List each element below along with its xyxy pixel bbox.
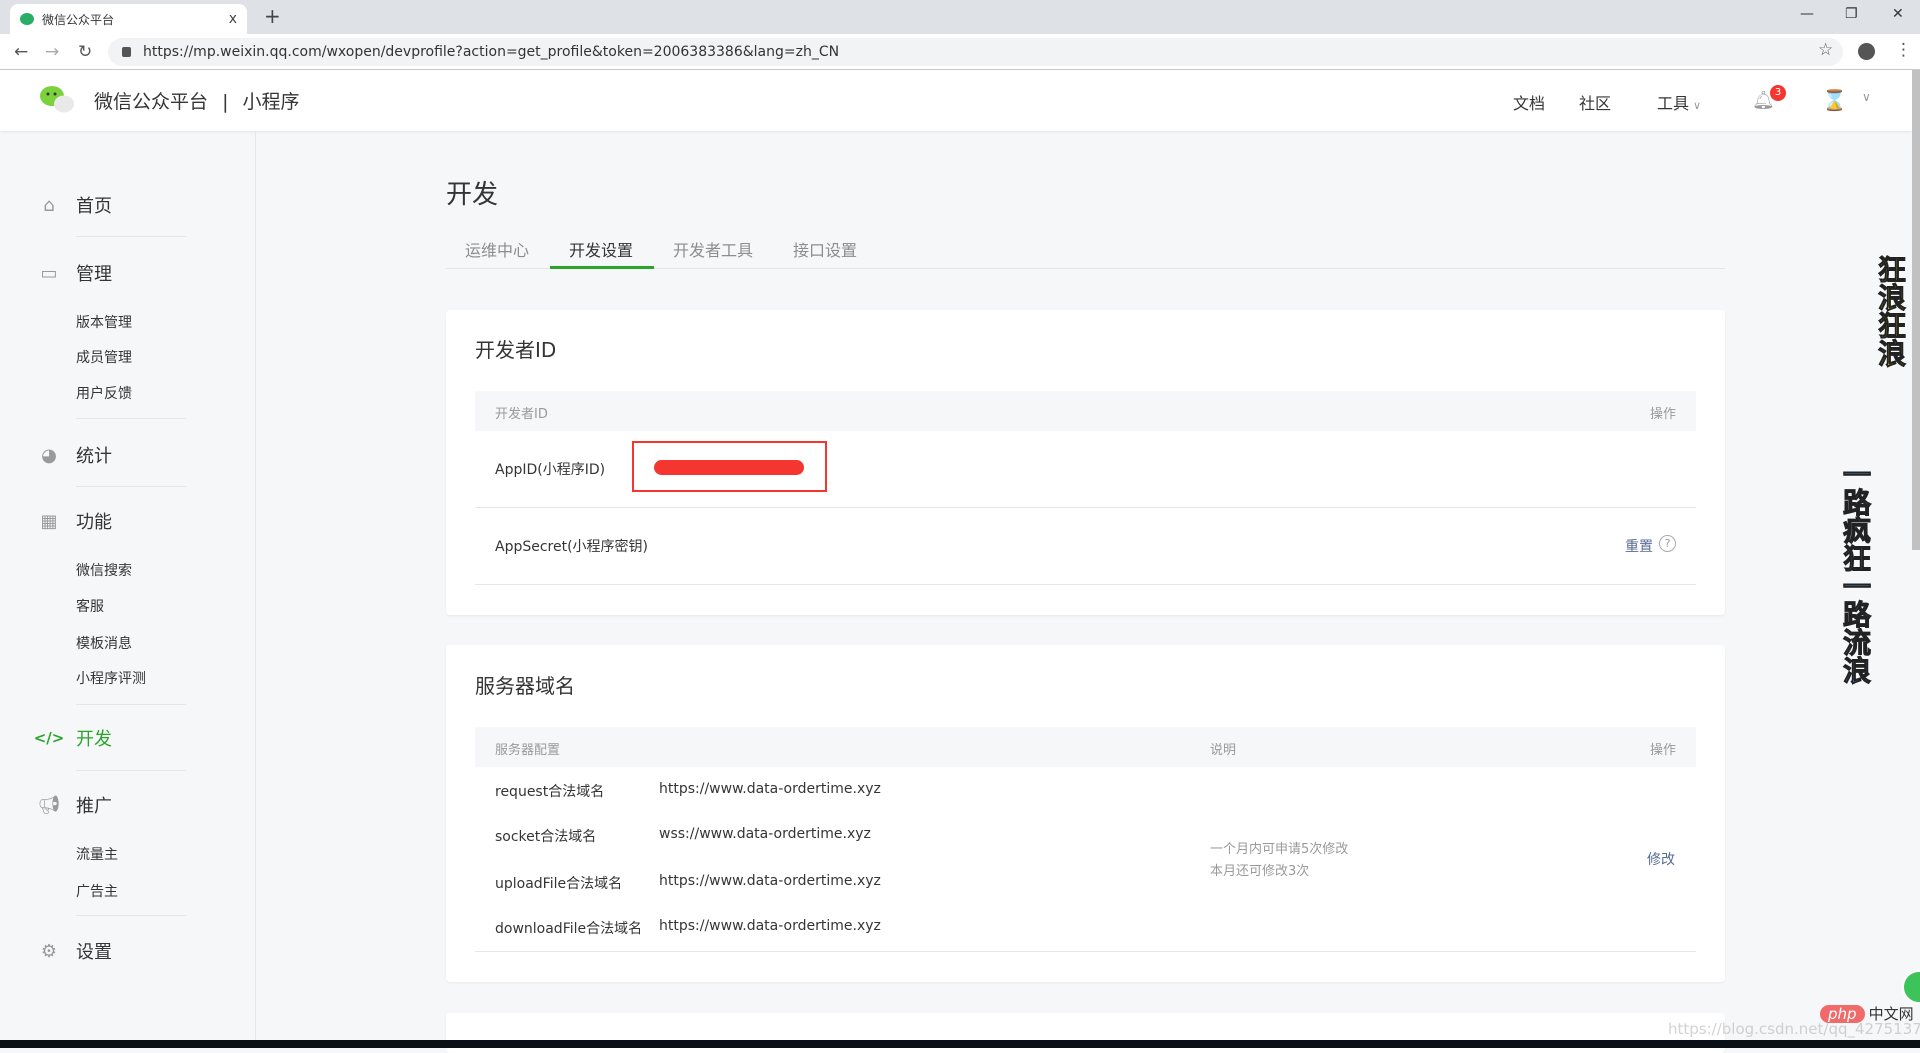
bookmark-star-icon[interactable]: ☆ (1818, 40, 1833, 60)
close-tab-button[interactable]: x (229, 11, 237, 27)
developer-id-card: 开发者ID 开发者ID 操作 AppID(小程序ID) AppSecret(小程序… (446, 310, 1725, 615)
gear-icon: ⚙ (40, 940, 58, 962)
active-tab-indicator (550, 266, 654, 269)
card-title: 服务器域名 (475, 674, 575, 698)
account-chevron-icon[interactable]: ∨ (1862, 90, 1871, 104)
row-divider (475, 951, 1696, 952)
row-divider (475, 507, 1696, 508)
site-header: 微信公众平台 | 小程序 文档 社区 工具 ∨ 🔔︎ 3 ⌛ ∨ (0, 70, 1912, 131)
taskbar (0, 1040, 1920, 1048)
decor-text-blue: 一路疯狂一路流浪 (1839, 460, 1873, 685)
speed-widget-icon[interactable] (1902, 970, 1920, 1004)
divider (76, 418, 186, 419)
back-icon[interactable]: ← (14, 42, 28, 62)
sidebar-item-manage[interactable]: ▭ 管理 (38, 260, 112, 286)
sidebar-item-feedback[interactable]: 用户反馈 (76, 383, 132, 403)
reload-icon[interactable]: ↻ (78, 42, 92, 62)
megaphone-icon: 📢︎ (37, 794, 61, 816)
sidebar-item-service[interactable]: 客服 (76, 596, 104, 616)
browser-tab[interactable]: 微信公众平台 x (10, 4, 247, 34)
sidebar-item-home[interactable]: ⌂ 首页 (38, 192, 112, 218)
table-header: 服务器配置 说明 操作 (475, 727, 1696, 767)
table-header: 开发者ID 操作 (475, 391, 1696, 431)
wechat-favicon-icon (20, 13, 34, 25)
avatar[interactable]: ⌛ (1822, 88, 1847, 112)
sidebar-item-review[interactable]: 小程序评测 (76, 668, 146, 688)
decor-text-yellow: 狂浪狂浪 (1874, 255, 1908, 368)
divider (76, 770, 186, 771)
sidebar-item-versions[interactable]: 版本管理 (76, 312, 132, 332)
csdn-watermark: https://blog.csdn.net/qq_42751377 (1668, 1020, 1920, 1038)
minimize-button[interactable]: — (1800, 6, 1814, 22)
divider (76, 236, 186, 237)
redaction-box (632, 441, 827, 492)
download-domain-value: https://www.data-ordertime.xyz (659, 918, 881, 934)
tab-dev-settings[interactable]: 开发设置 (569, 237, 633, 261)
maximize-button[interactable]: ❐ (1845, 6, 1858, 22)
grid-icon: ▦ (40, 510, 58, 532)
upload-domain-value: https://www.data-ordertime.xyz (659, 873, 881, 889)
home-icon: ⌂ (43, 194, 55, 216)
code-icon: </> (33, 729, 65, 747)
address-bar[interactable]: https://mp.weixin.qq.com/wxopen/devprofi… (108, 38, 1843, 66)
sidebar-item-templates[interactable]: 模板消息 (76, 633, 132, 653)
desc-line: 一个月内可申请5次修改 (1210, 842, 1349, 857)
socket-domain-label: socket合法域名 (495, 829, 597, 845)
sidebar-item-stats[interactable]: ◕ 统计 (38, 442, 112, 468)
request-domain-label: request合法域名 (495, 784, 605, 800)
chevron-down-icon: ∨ (1693, 99, 1702, 112)
sidebar: ⌂ 首页 ▭ 管理 版本管理 成员管理 用户反馈 ◕ 统计 ▦ 功能 微信搜索 客服 模… (0, 131, 256, 1040)
modify-domain-link[interactable]: 修改 (1647, 849, 1675, 869)
brand-title[interactable]: 微信公众平台 | 小程序 (94, 87, 300, 114)
url-text: https://mp.weixin.qq.com/wxopen/devprofi… (143, 44, 840, 60)
profile-icon[interactable] (1858, 43, 1875, 60)
lock-icon (122, 47, 131, 57)
socket-domain-value: wss://www.data-ordertime.xyz (659, 826, 871, 842)
sidebar-item-search[interactable]: 微信搜索 (76, 560, 132, 580)
desc-line: 本月还可修改3次 (1210, 864, 1310, 879)
request-domain-value: https://www.data-ordertime.xyz (659, 781, 881, 797)
sidebar-item-ads[interactable]: 广告主 (76, 881, 118, 901)
reset-secret-link[interactable]: 重置 (1625, 536, 1653, 556)
tab-ops[interactable]: 运维中心 (465, 237, 529, 261)
redaction-scribble (654, 460, 804, 475)
tab-dev-tools[interactable]: 开发者工具 (673, 237, 753, 261)
nav-community[interactable]: 社区 (1579, 90, 1611, 114)
upload-domain-label: uploadFile合法域名 (495, 876, 623, 892)
server-domain-card: 服务器域名 服务器配置 说明 操作 request合法域名 https://www.… (446, 645, 1725, 982)
nav-tools[interactable]: 工具 ∨ (1657, 90, 1701, 114)
divider (76, 915, 186, 916)
tab-title: 微信公众平台 (42, 12, 115, 27)
sidebar-item-settings[interactable]: ⚙ 设置 (38, 938, 112, 964)
sidebar-item-members[interactable]: 成员管理 (76, 347, 132, 367)
sidebar-item-features[interactable]: ▦ 功能 (38, 508, 112, 534)
card-title: 开发者ID (475, 338, 557, 362)
sidebar-item-dev[interactable]: </> 开发 (33, 725, 112, 751)
notification-badge: 3 (1770, 85, 1786, 101)
forward-icon[interactable]: → (45, 42, 59, 62)
address-toolbar: ← → ↻ https://mp.weixin.qq.com/wxopen/de… (0, 34, 1920, 70)
wechat-logo-icon[interactable] (39, 84, 75, 114)
inbox-icon: ▭ (40, 262, 58, 284)
nav-docs[interactable]: 文档 (1513, 90, 1545, 114)
sidebar-item-traffic[interactable]: 流量主 (76, 844, 118, 864)
close-window-button[interactable]: ✕ (1892, 6, 1904, 22)
scrollbar[interactable] (1912, 70, 1920, 550)
divider (76, 704, 186, 705)
help-icon[interactable]: ? (1659, 535, 1676, 552)
sidebar-item-promo[interactable]: 📢︎ 推广 (38, 792, 112, 818)
tab-api-settings[interactable]: 接口设置 (793, 237, 857, 261)
new-tab-button[interactable]: + (264, 4, 281, 28)
download-domain-label: downloadFile合法域名 (495, 921, 643, 937)
pie-chart-icon: ◕ (41, 444, 57, 466)
menu-icon[interactable]: ⋮ (1895, 40, 1912, 60)
divider (76, 486, 186, 487)
page-title: 开发 (446, 180, 499, 210)
appsecret-label: AppSecret(小程序密钥) (495, 539, 649, 555)
browser-tab-bar: 微信公众平台 x + — ❐ ✕ (0, 0, 1920, 34)
appid-label: AppID(小程序ID) (495, 462, 606, 478)
row-divider (475, 584, 1696, 585)
page-tabs: 运维中心 开发设置 开发者工具 接口设置 (446, 230, 1725, 269)
